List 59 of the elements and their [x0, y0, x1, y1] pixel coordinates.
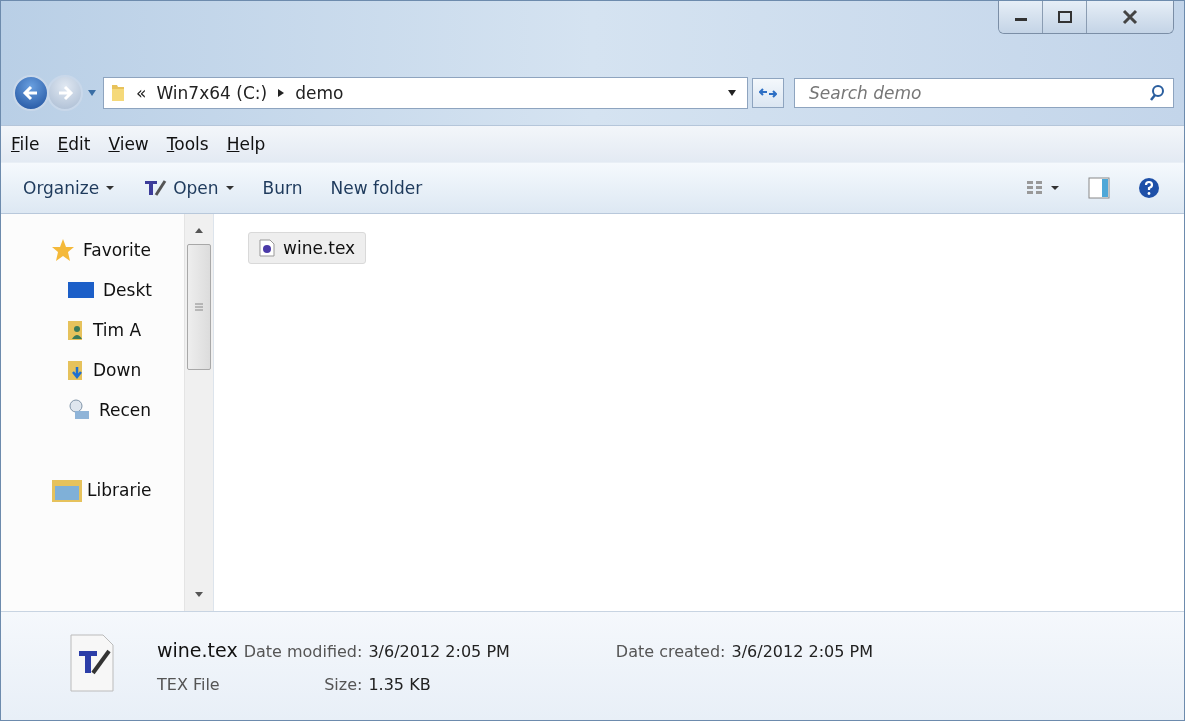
refresh-button[interactable]: [752, 78, 784, 108]
nav-item[interactable]: Tim A: [51, 310, 161, 350]
field-label: Date modified:: [243, 641, 363, 661]
open-button[interactable]: Open: [133, 174, 245, 202]
nav-item[interactable]: Recen: [51, 390, 161, 430]
star-icon: [51, 238, 75, 262]
caret-icon[interactable]: [727, 89, 737, 97]
caret-icon: [224, 185, 235, 191]
menu-item[interactable]: Help: [226, 134, 266, 154]
menu-item[interactable]: View: [108, 134, 149, 154]
field-value: 3/6/2012 2:05 PM: [368, 641, 510, 661]
help-icon: [1138, 177, 1160, 199]
field-label: Date created:: [615, 641, 726, 661]
maximize-button[interactable]: [1043, 1, 1087, 33]
breadcrumb[interactable]: «: [136, 83, 147, 103]
field-value: 3/6/2012 2:05 PM: [731, 641, 873, 661]
view-icon: [1026, 179, 1044, 197]
document-icon: [69, 633, 115, 693]
toolbar-button[interactable]: New folder: [320, 174, 433, 202]
menu-item[interactable]: File: [11, 134, 40, 154]
file-type: TEX File: [157, 674, 221, 694]
folder-icon: [67, 359, 85, 381]
nav-item[interactable]: Librarie: [51, 470, 161, 510]
menu-item[interactable]: Edit: [57, 134, 91, 154]
minimize-button[interactable]: [999, 1, 1043, 33]
scroll-down-arrow[interactable]: [194, 591, 204, 599]
breadcrumb[interactable]: demo: [295, 83, 344, 103]
scroll-up-arrow[interactable]: [194, 226, 204, 234]
address-bar[interactable]: « Win7x64 (C:) demo: [103, 77, 748, 109]
file-name: wine.tex: [157, 638, 238, 661]
close-icon: [1121, 9, 1139, 25]
search-icon[interactable]: [1149, 84, 1165, 102]
scrollbar-thumb[interactable]: [187, 244, 211, 370]
menu-item[interactable]: Tools: [166, 134, 209, 154]
nav-item[interactable]: Favorite: [51, 230, 161, 270]
document-icon: [259, 239, 275, 257]
arrows-icon: [759, 87, 777, 99]
field-value: 1.35 KB: [368, 674, 432, 694]
monitor-icon: [67, 280, 95, 300]
organize-button[interactable]: Organize: [13, 174, 126, 202]
search-field[interactable]: Search demo: [794, 78, 1174, 108]
nav-item[interactable]: Deskt: [51, 270, 161, 310]
back-button[interactable]: [13, 75, 49, 111]
pane-icon: [1088, 177, 1110, 199]
caret-icon: [1050, 185, 1060, 191]
recent-places-icon: [67, 398, 91, 422]
pen-icon: [143, 178, 168, 198]
maximize-icon: [1056, 10, 1073, 24]
document-entry[interactable]: wine.tex: [248, 232, 367, 264]
close-button[interactable]: [1087, 1, 1173, 33]
toolbar-button[interactable]: Burn: [252, 174, 313, 202]
nav-item[interactable]: Down: [51, 350, 161, 390]
field-label: Size:: [324, 674, 363, 694]
caret-icon: [105, 185, 116, 191]
breadcrumb[interactable]: Win7x64 (C:): [156, 83, 268, 103]
folder-icon: [67, 319, 85, 341]
folder-icon: [110, 83, 126, 103]
arrow-icon: [277, 88, 286, 98]
document-name: wine.tex: [283, 238, 356, 258]
